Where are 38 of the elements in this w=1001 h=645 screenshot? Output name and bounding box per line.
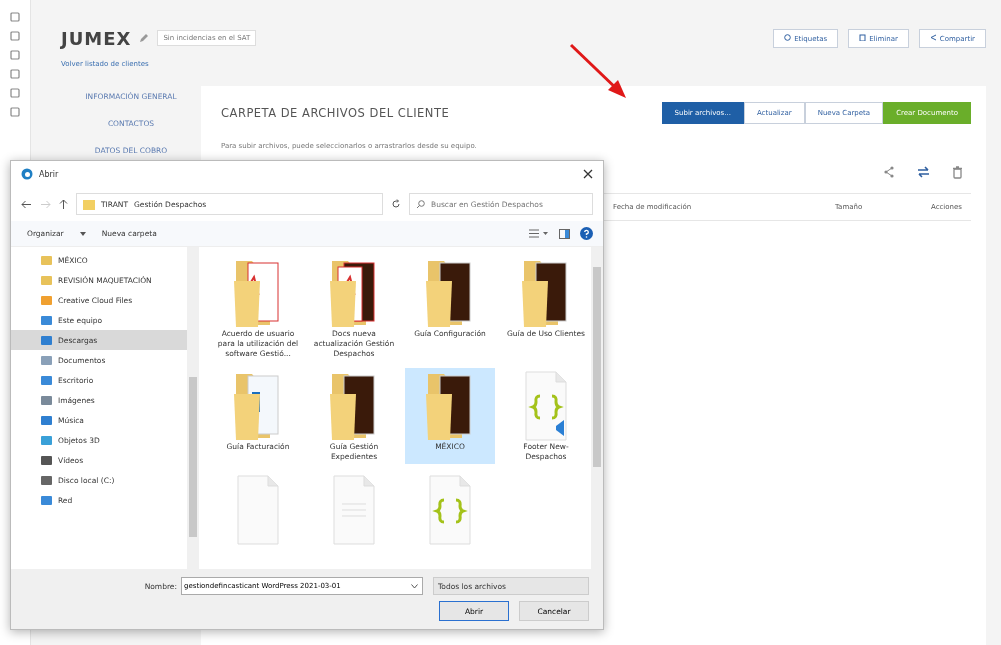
trash-icon[interactable] bbox=[952, 166, 963, 179]
up-arrow-icon[interactable] bbox=[59, 198, 68, 210]
location-icon bbox=[41, 374, 52, 386]
folder-icon bbox=[41, 494, 52, 506]
location-icon bbox=[41, 414, 52, 426]
caret-icon[interactable] bbox=[79, 231, 86, 236]
tag-icon bbox=[784, 33, 792, 41]
folder-icon bbox=[41, 274, 52, 286]
scrollbar[interactable] bbox=[187, 247, 199, 569]
swap-icon[interactable] bbox=[917, 166, 930, 178]
preview-pane-icon[interactable] bbox=[559, 228, 570, 239]
location-icon bbox=[41, 334, 52, 346]
trash-icon bbox=[859, 33, 867, 41]
dropdown-caret-icon[interactable] bbox=[411, 583, 418, 589]
location-icon bbox=[41, 454, 52, 466]
location-icon bbox=[41, 434, 52, 446]
edit-icon[interactable] bbox=[139, 33, 150, 43]
scrollbar[interactable] bbox=[591, 247, 603, 569]
view-icon[interactable] bbox=[529, 229, 549, 238]
help-icon[interactable] bbox=[580, 227, 593, 240]
client-title: JUMEX bbox=[61, 27, 132, 49]
panel-title: CARPETA DE ARCHIVOS DEL CLIENTE bbox=[221, 106, 450, 120]
folder-icon bbox=[83, 198, 95, 210]
close-icon[interactable] bbox=[583, 169, 593, 179]
browser-icon bbox=[21, 168, 33, 180]
dialog-title: Abrir bbox=[39, 169, 59, 179]
forward-arrow-icon[interactable] bbox=[40, 199, 51, 209]
folder-icon bbox=[41, 294, 52, 306]
share-icon[interactable] bbox=[883, 166, 895, 178]
folder-icon bbox=[41, 314, 52, 326]
back-arrow-icon[interactable] bbox=[21, 199, 32, 209]
search-icon bbox=[416, 199, 425, 209]
refresh-icon[interactable] bbox=[391, 199, 401, 209]
location-icon bbox=[41, 354, 52, 366]
share-icon bbox=[929, 33, 937, 41]
folder-icon bbox=[41, 254, 52, 266]
location-icon bbox=[41, 394, 52, 406]
location-icon bbox=[41, 474, 52, 486]
